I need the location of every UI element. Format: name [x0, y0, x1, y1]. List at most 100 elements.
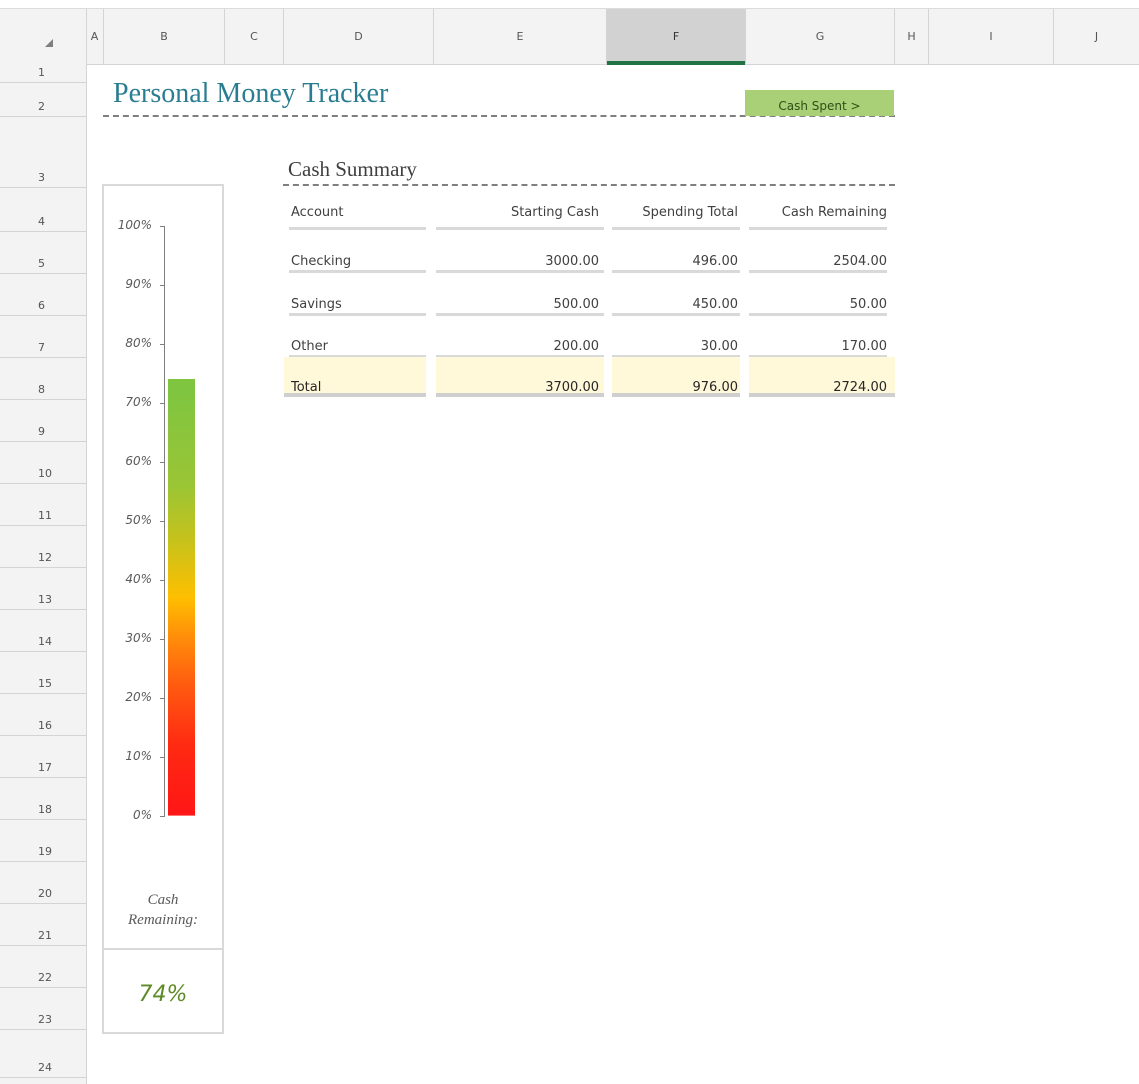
gauge-tick: [160, 757, 165, 758]
row-underline: [749, 313, 887, 316]
row-header-21[interactable]: 21: [0, 904, 86, 946]
row-header-15[interactable]: 15: [0, 652, 86, 694]
row-number: 10: [38, 467, 52, 480]
cash-spent-button[interactable]: Cash Spent >: [745, 90, 894, 116]
column-header-bar: A B C D E F G H I J: [0, 8, 1139, 65]
header-account[interactable]: Account: [284, 200, 427, 226]
row-header-24[interactable]: 24: [0, 1030, 86, 1078]
row-number: 22: [38, 971, 52, 984]
row-underline: [436, 270, 604, 273]
column-header-j[interactable]: J: [1054, 9, 1139, 64]
row-header-7[interactable]: 7: [0, 316, 86, 358]
summary-divider: [283, 184, 895, 186]
gauge-tick: [160, 580, 165, 581]
column-header-e[interactable]: E: [434, 9, 607, 64]
row-header-12[interactable]: 12: [0, 526, 86, 568]
gauge-tick-label: 20%: [125, 690, 152, 704]
select-all-corner[interactable]: [0, 9, 87, 64]
total-underline: [612, 393, 740, 397]
gauge-tick-label: 50%: [125, 513, 152, 527]
cash-remaining-label: Cash Remaining:: [102, 890, 224, 930]
row-header-19[interactable]: 19: [0, 820, 86, 862]
header-underline: [289, 227, 426, 230]
column-header-c[interactable]: C: [225, 9, 284, 64]
header-spending-total[interactable]: Spending Total: [607, 200, 746, 226]
total-underline: [284, 393, 426, 397]
row-underline: [749, 270, 887, 273]
row-number: 3: [38, 171, 45, 184]
row-header-11[interactable]: 11: [0, 484, 86, 526]
row-header-17[interactable]: 17: [0, 736, 86, 778]
row-number: 4: [38, 215, 45, 228]
column-header-d[interactable]: D: [284, 9, 434, 64]
row-header-18[interactable]: 18: [0, 778, 86, 820]
row-number: 14: [38, 635, 52, 648]
cash-summary-title: Cash Summary: [288, 157, 417, 181]
row-header-23[interactable]: 23: [0, 988, 86, 1030]
row-number: 16: [38, 719, 52, 732]
column-header-b[interactable]: B: [104, 9, 225, 64]
cash-remaining-percent: 74%: [138, 982, 188, 1007]
gauge-tick: [160, 462, 165, 463]
row-header-9[interactable]: 9: [0, 400, 86, 442]
row-header-20[interactable]: 20: [0, 862, 86, 904]
row-number: 2: [38, 100, 45, 113]
row-number: 8: [38, 383, 45, 396]
row-underline: [436, 313, 604, 316]
cash-remaining-label-line1: Cash: [147, 892, 179, 908]
row-header-2[interactable]: 2: [0, 83, 86, 117]
row-underline: [289, 270, 426, 273]
row-header-1[interactable]: 1: [0, 63, 86, 83]
row-number: 13: [38, 593, 52, 606]
row-header-14[interactable]: 14: [0, 610, 86, 652]
row-number: 6: [38, 299, 45, 312]
row-header-22[interactable]: 22: [0, 946, 86, 988]
gauge-tick: [160, 521, 165, 522]
column-header-g[interactable]: G: [746, 9, 895, 64]
gauge-tick-label: 0%: [132, 808, 152, 822]
row-number: 23: [38, 1013, 52, 1026]
column-header-h[interactable]: H: [895, 9, 929, 64]
gauge-tick: [160, 344, 165, 345]
gauge-tick-label: 10%: [125, 749, 152, 763]
header-starting-cash[interactable]: Starting Cash: [434, 200, 607, 226]
row-header-6[interactable]: 6: [0, 274, 86, 316]
column-header-f[interactable]: F: [607, 9, 746, 65]
row-number: 9: [38, 425, 45, 438]
row-header-16[interactable]: 16: [0, 694, 86, 736]
gauge-fill-bar[interactable]: [168, 379, 195, 816]
header-underline: [436, 227, 604, 230]
row-number: 11: [38, 509, 52, 522]
row-number: 7: [38, 341, 45, 354]
row-header-4[interactable]: 4: [0, 188, 86, 232]
row-header-3[interactable]: 3: [0, 117, 86, 188]
cash-gauge-panel: [102, 184, 224, 950]
sheet-title: Personal Money Tracker: [113, 78, 389, 109]
column-header-i[interactable]: I: [929, 9, 1054, 64]
header-underline: [749, 227, 887, 230]
row-underline: [612, 270, 740, 273]
row-underline: [289, 313, 426, 316]
row-header-8[interactable]: 8: [0, 358, 86, 400]
select-all-icon: [45, 39, 53, 47]
gauge-tick: [160, 226, 165, 227]
gauge-tick: [160, 403, 165, 404]
total-underline: [436, 393, 604, 397]
column-header-a[interactable]: A: [86, 9, 104, 64]
total-underline: [749, 393, 895, 397]
gauge-tick: [160, 816, 165, 817]
row-header-5[interactable]: 5: [0, 232, 86, 274]
header-cash-remaining[interactable]: Cash Remaining: [746, 200, 895, 226]
cash-remaining-label-line2: Remaining:: [128, 912, 198, 928]
row-header-bar: 1 2 3 4 5 6 7 8 9 10 11 12 13 14 15 16 1…: [0, 63, 87, 1084]
row-header-13[interactable]: 13: [0, 568, 86, 610]
row-underline: [612, 313, 740, 316]
gauge-tick-label: 30%: [125, 631, 152, 645]
gauge-tick-label: 60%: [125, 454, 152, 468]
gauge-tick: [160, 639, 165, 640]
gauge-tick-label: 80%: [125, 336, 152, 350]
gauge-tick-label: 70%: [125, 395, 152, 409]
gauge-tick-label: 90%: [125, 277, 152, 291]
gauge-tick: [160, 285, 165, 286]
row-header-10[interactable]: 10: [0, 442, 86, 484]
